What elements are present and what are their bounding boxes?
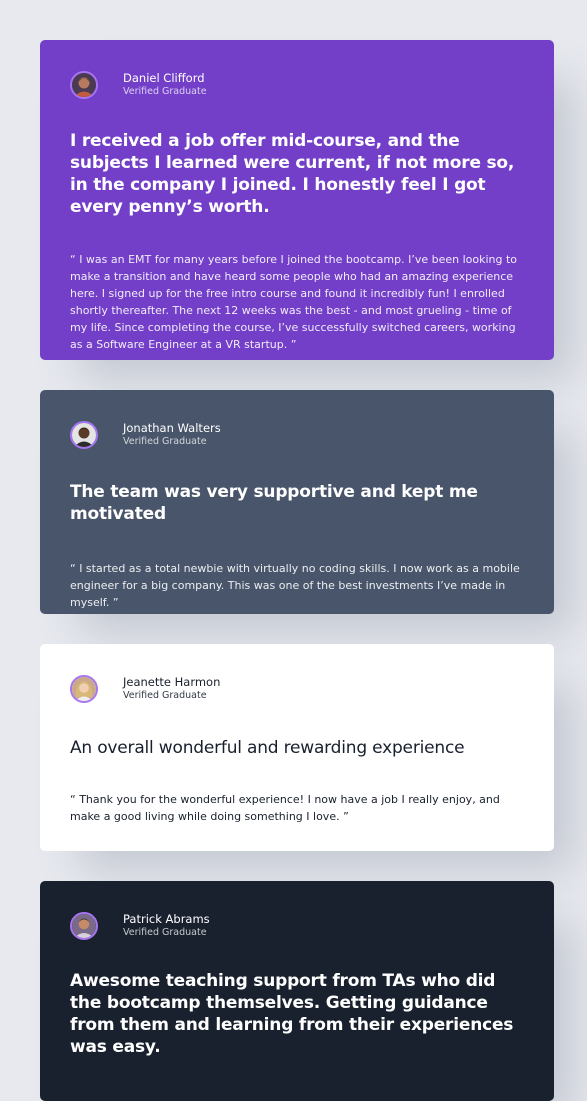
- author-row: Daniel Clifford Verified Graduate: [70, 70, 524, 100]
- testimonial-headline: The team was very supportive and kept me…: [70, 482, 478, 524]
- author-name: Jonathan Walters: [123, 421, 221, 436]
- author-status: Verified Graduate: [123, 86, 207, 98]
- testimonial-headline: Awesome teaching support from TAs who di…: [70, 971, 514, 1057]
- author-status: Verified Graduate: [123, 690, 207, 702]
- testimonial-card-jonathan: Jonathan Walters Verified Graduate The t…: [40, 390, 554, 614]
- author-status: Verified Graduate: [123, 436, 207, 448]
- testimonials-page: Daniel Clifford Verified Graduate I rece…: [0, 0, 587, 1101]
- avatar: [70, 675, 98, 703]
- testimonial-quote: “ Thank you for the wonderful experience…: [70, 793, 500, 823]
- author-name: Jeanette Harmon: [123, 675, 221, 690]
- avatar-jonathan-icon: [72, 423, 96, 447]
- avatar: [70, 421, 98, 449]
- testimonial-card-jeanette: Jeanette Harmon Verified Graduate An ove…: [40, 644, 554, 851]
- testimonial-card-daniel: Daniel Clifford Verified Graduate I rece…: [40, 40, 554, 360]
- avatar-daniel-icon: [72, 73, 96, 97]
- author-names: Patrick Abrams Verified Graduate: [123, 912, 210, 939]
- author-row: Jonathan Walters Verified Graduate: [70, 420, 524, 450]
- author-row: Jeanette Harmon Verified Graduate: [70, 674, 524, 704]
- author-name: Patrick Abrams: [123, 912, 210, 927]
- testimonial-headline: An overall wonderful and rewarding exper…: [70, 738, 465, 758]
- testimonial-quote: “ I was an EMT for many years before I j…: [70, 253, 518, 351]
- testimonial-quote: “ I started as a total newbie with virtu…: [70, 562, 520, 609]
- author-row: Patrick Abrams Verified Graduate: [70, 911, 524, 941]
- avatar: [70, 912, 98, 940]
- author-status: Verified Graduate: [123, 927, 207, 939]
- avatar: [70, 71, 98, 99]
- testimonial-card-patrick: Patrick Abrams Verified Graduate Awesome…: [40, 881, 554, 1101]
- avatar-jeanette-icon: [72, 677, 96, 701]
- avatar-patrick-icon: [72, 914, 96, 938]
- author-names: Daniel Clifford Verified Graduate: [123, 71, 207, 98]
- author-name: Daniel Clifford: [123, 71, 205, 86]
- author-names: Jeanette Harmon Verified Graduate: [123, 675, 220, 702]
- author-names: Jonathan Walters Verified Graduate: [123, 421, 221, 448]
- testimonial-headline: I received a job offer mid-course, and t…: [70, 131, 515, 217]
